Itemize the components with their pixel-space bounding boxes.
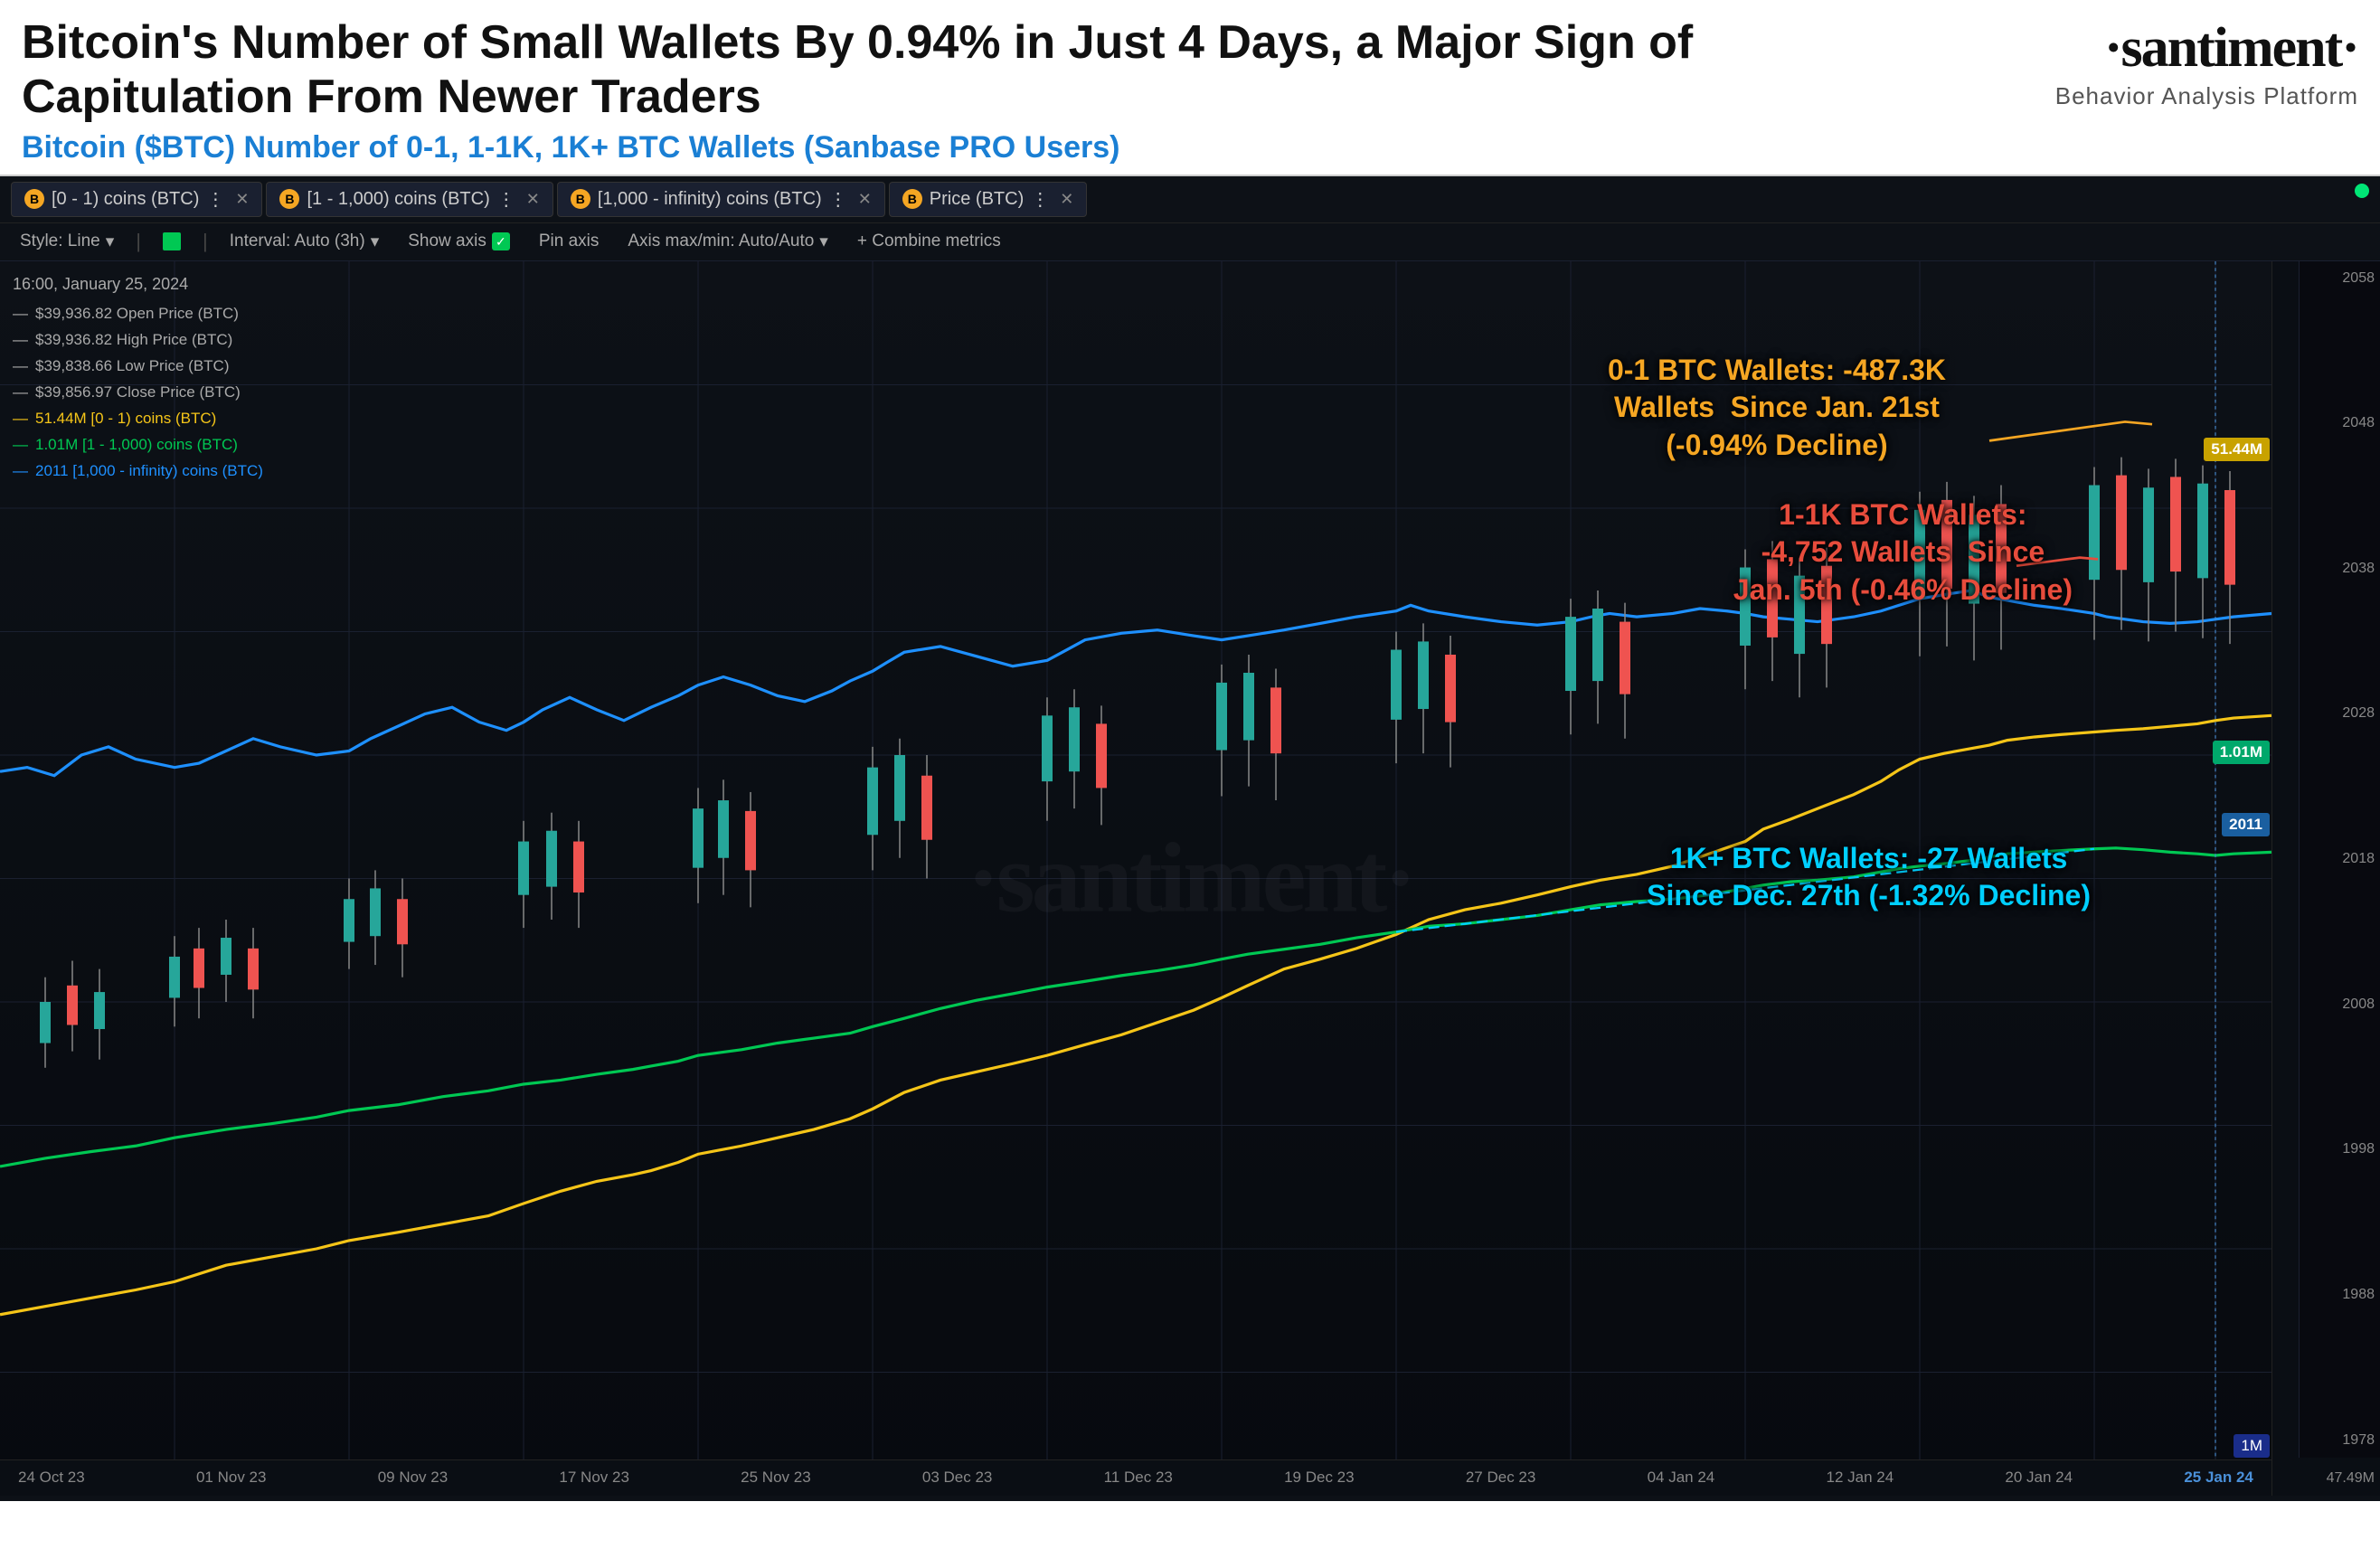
- axis-label: Axis max/min: Auto/Auto: [628, 231, 814, 251]
- interval-chevron: ▾: [371, 231, 380, 252]
- tab-dot-2: B: [571, 189, 590, 209]
- tabs-bar: B [0 - 1) coins (BTC) ⋮ ✕ B [1 - 1,000) …: [0, 176, 2380, 223]
- chart-container: B [0 - 1) coins (BTC) ⋮ ✕ B [1 - 1,000) …: [0, 176, 2380, 1501]
- price-axis: 2058 2048 2038 2028 2018 2008 1998 1988 …: [2299, 261, 2380, 1458]
- show-axis-label: Show axis: [408, 231, 486, 251]
- price-label-7: 1988: [2305, 1287, 2375, 1303]
- price-label-4: 2018: [2305, 851, 2375, 867]
- tab-dot-0: B: [24, 189, 44, 209]
- price-label-8: 1978: [2305, 1432, 2375, 1449]
- tab-label-2: [1,000 - infinity) coins (BTC): [598, 189, 822, 210]
- price-label-2: 2038: [2305, 561, 2375, 577]
- axis-minmax[interactable]: Axis max/min: Auto/Auto ▾: [620, 228, 835, 256]
- pin-axis-label: Pin axis: [539, 231, 600, 251]
- axis-label-8: 47.49M: [2278, 1470, 2375, 1487]
- tab-0-1[interactable]: B [0 - 1) coins (BTC) ⋮ ✕: [11, 182, 262, 217]
- tab-options-1[interactable]: ⋮: [497, 188, 515, 211]
- axis-chevron: ▾: [819, 231, 828, 252]
- date-oct24: 24 Oct 23: [18, 1469, 85, 1487]
- date-jan04: 04 Jan 24: [1648, 1469, 1715, 1487]
- date-dec03: 03 Dec 23: [922, 1469, 993, 1487]
- tab-close-0[interactable]: ✕: [235, 190, 249, 209]
- main-title: Bitcoin's Number of Small Wallets By 0.9…: [22, 16, 1740, 125]
- tab-label-3: Price (BTC): [930, 189, 1024, 210]
- pin-axis-btn[interactable]: Pin axis: [532, 228, 607, 255]
- interval-label: Interval: Auto (3h): [230, 231, 365, 251]
- interval-dropdown[interactable]: Interval: Auto (3h) ▾: [222, 228, 387, 256]
- tab-options-2[interactable]: ⋮: [829, 188, 847, 211]
- price-label-6: 1998: [2305, 1141, 2375, 1157]
- date-dec19: 19 Dec 23: [1284, 1469, 1355, 1487]
- tab-label-0: [0 - 1) coins (BTC): [52, 189, 199, 210]
- date-dec11: 11 Dec 23: [1104, 1469, 1173, 1487]
- tab-1k-inf[interactable]: B [1,000 - infinity) coins (BTC) ⋮ ✕: [557, 182, 885, 217]
- date-nov01: 01 Nov 23: [196, 1469, 267, 1487]
- chart-svg[interactable]: [0, 261, 2271, 1496]
- header-right: ·santiment· Behavior Analysis Platform: [1888, 16, 2358, 110]
- tab-close-3[interactable]: ✕: [1060, 190, 1073, 209]
- tab-dot-3: B: [902, 189, 922, 209]
- show-axis-checkbox[interactable]: ✓: [492, 232, 510, 250]
- header: Bitcoin's Number of Small Wallets By 0.9…: [0, 0, 2380, 176]
- style-label: Style: Line: [20, 231, 100, 251]
- date-nov17: 17 Nov 23: [559, 1469, 629, 1487]
- date-jan20: 20 Jan 24: [2005, 1469, 2073, 1487]
- date-nov25: 25 Nov 23: [741, 1469, 811, 1487]
- badge-1m: 1M: [2234, 1434, 2270, 1458]
- tab-price[interactable]: B Price (BTC) ⋮ ✕: [889, 182, 1088, 217]
- chart-status-dot: [2355, 184, 2369, 198]
- date-nov09: 09 Nov 23: [378, 1469, 449, 1487]
- brand-logo: ·santiment·: [2104, 16, 2358, 80]
- date-jan12: 12 Jan 24: [1826, 1469, 1894, 1487]
- combine-label: + Combine metrics: [857, 231, 1001, 251]
- tab-options-3[interactable]: ⋮: [1031, 188, 1049, 211]
- header-left: Bitcoin's Number of Small Wallets By 0.9…: [22, 16, 1888, 165]
- style-dropdown[interactable]: Style: Line ▾: [13, 228, 121, 256]
- combine-metrics-btn[interactable]: + Combine metrics: [850, 228, 1008, 255]
- color-swatch[interactable]: [156, 229, 188, 254]
- subtitle: Bitcoin ($BTC) Number of 0-1, 1-1K, 1K+ …: [22, 130, 1888, 165]
- tab-dot-1: B: [279, 189, 299, 209]
- toolbar: Style: Line ▾ | | Interval: Auto (3h) ▾ …: [0, 223, 2380, 261]
- price-label-5: 2008: [2305, 996, 2375, 1013]
- chart-main: ·santiment· 16:00, January 25, 2024 — $3…: [0, 261, 2380, 1496]
- price-label-3: 2028: [2305, 705, 2375, 722]
- date-dec27: 27 Dec 23: [1466, 1469, 1536, 1487]
- color-swatch-box: [163, 232, 181, 250]
- tab-close-1[interactable]: ✕: [526, 190, 540, 209]
- tab-close-2[interactable]: ✕: [858, 190, 872, 209]
- brand-sub: Behavior Analysis Platform: [2055, 82, 2358, 110]
- date-jan25: 25 Jan 24: [2184, 1469, 2253, 1487]
- badge-blue: 2011: [2222, 813, 2270, 836]
- price-label-0: 2058: [2305, 270, 2375, 287]
- tab-1-1k[interactable]: B [1 - 1,000) coins (BTC) ⋮ ✕: [266, 182, 552, 217]
- badge-green: 1.01M: [2213, 741, 2270, 764]
- tab-options-0[interactable]: ⋮: [206, 188, 224, 211]
- price-label-1: 2048: [2305, 415, 2375, 431]
- bottom-axis: 24 Oct 23 01 Nov 23 09 Nov 23 17 Nov 23 …: [0, 1459, 2271, 1496]
- badge-yellow: 51.44M: [2204, 438, 2270, 461]
- show-axis-toggle[interactable]: Show axis ✓: [401, 228, 517, 255]
- style-chevron: ▾: [106, 231, 115, 252]
- tab-label-1: [1 - 1,000) coins (BTC): [307, 189, 489, 210]
